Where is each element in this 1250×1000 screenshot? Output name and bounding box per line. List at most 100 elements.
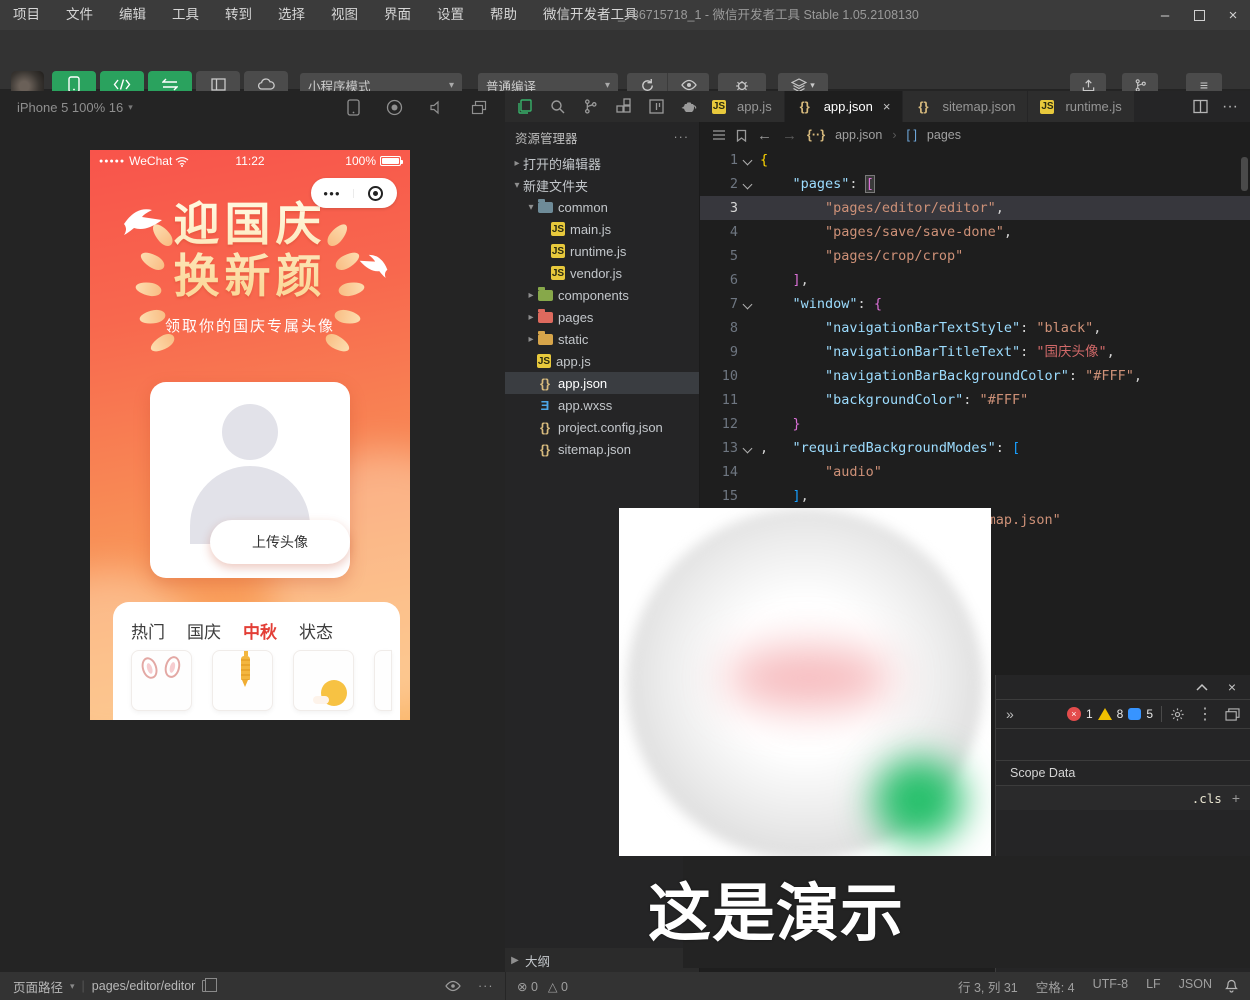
- tree-item-components[interactable]: ▸components: [505, 284, 699, 306]
- more-actions-icon[interactable]: ···: [674, 130, 690, 144]
- more-actions-icon[interactable]: ···: [478, 979, 494, 993]
- tree-item-main.js[interactable]: JSmain.js: [505, 218, 699, 240]
- device-select[interactable]: iPhone 5 100% 16▾: [17, 100, 133, 115]
- code-line-9[interactable]: 9 "navigationBarTitleText": "国庆头像",: [700, 340, 1250, 364]
- split-editor-icon[interactable]: [1193, 99, 1208, 114]
- forward-icon[interactable]: →: [782, 127, 797, 144]
- eye-icon[interactable]: [445, 980, 461, 992]
- tree-item-sitemap.json[interactable]: {}sitemap.json: [505, 438, 699, 460]
- gear-icon[interactable]: [1170, 707, 1185, 722]
- tab-sitemap.json[interactable]: {}sitemap.json: [903, 91, 1028, 122]
- menu-工具[interactable]: 工具: [159, 0, 212, 30]
- sticker-moon[interactable]: [293, 650, 354, 711]
- menu-设置[interactable]: 设置: [424, 0, 477, 30]
- git-icon[interactable]: [579, 96, 601, 118]
- sticker-tab-状态[interactable]: 状态: [299, 618, 333, 643]
- class-filter-row[interactable]: .cls +: [996, 786, 1250, 810]
- mute-icon[interactable]: [429, 100, 445, 115]
- code-line-12[interactable]: 12 }: [700, 412, 1250, 436]
- sticker-tab-国庆[interactable]: 国庆: [187, 618, 221, 643]
- close-icon[interactable]: ×: [1228, 679, 1236, 695]
- detach-window-icon[interactable]: [471, 100, 487, 115]
- collapse-icon[interactable]: [1196, 683, 1208, 691]
- add-icon[interactable]: +: [1232, 790, 1240, 806]
- bell-icon[interactable]: [1225, 979, 1238, 993]
- tree-item-app.json[interactable]: {}app.json: [505, 372, 699, 394]
- code-line-3[interactable]: 3 "pages/editor/editor",: [700, 196, 1250, 220]
- menu-界面[interactable]: 界面: [371, 0, 424, 30]
- menu-视图[interactable]: 视图: [318, 0, 371, 30]
- menu-转到[interactable]: 转到: [212, 0, 265, 30]
- code-line-4[interactable]: 4 "pages/save/save-done",: [700, 220, 1250, 244]
- console-badges[interactable]: × 1 8 5: [1067, 707, 1153, 721]
- kebab-menu-icon[interactable]: ⋮: [1197, 704, 1213, 724]
- back-icon[interactable]: ←: [757, 127, 772, 144]
- menu-选择[interactable]: 选择: [265, 0, 318, 30]
- tree-item-打开的编辑器[interactable]: ▸打开的编辑器: [505, 152, 699, 174]
- code-line-1[interactable]: 1{: [700, 148, 1250, 172]
- language-mode[interactable]: JSON: [1179, 977, 1212, 996]
- code-line-2[interactable]: 2 "pages": [: [700, 172, 1250, 196]
- code-line-14[interactable]: 14 "audio": [700, 460, 1250, 484]
- copy-icon[interactable]: [202, 980, 212, 992]
- code-line-5[interactable]: 5 "pages/crop/crop": [700, 244, 1250, 268]
- sticker-partial[interactable]: [374, 650, 392, 711]
- sticker-tab-热门[interactable]: 热门: [131, 618, 165, 643]
- code-line-6[interactable]: 6 ],: [700, 268, 1250, 292]
- capsule-more-button[interactable]: ●●●: [311, 189, 354, 198]
- code-line-8[interactable]: 8 "navigationBarTextStyle": "black",: [700, 316, 1250, 340]
- npm-icon[interactable]: [645, 96, 667, 118]
- maximize-button[interactable]: [1182, 0, 1216, 30]
- indent-setting[interactable]: 空格: 4: [1036, 977, 1075, 996]
- more-tabs-icon[interactable]: »: [1006, 706, 1014, 722]
- breadcrumb-node[interactable]: pages: [927, 128, 961, 142]
- tree-item-vendor.js[interactable]: JSvendor.js: [505, 262, 699, 284]
- dock-side-icon[interactable]: [1225, 708, 1240, 721]
- breadcrumb-file[interactable]: app.json: [835, 128, 882, 142]
- record-icon[interactable]: [386, 99, 403, 116]
- capsule-exit-button[interactable]: [354, 186, 397, 201]
- menu-帮助[interactable]: 帮助: [477, 0, 530, 30]
- tree-item-project.config.json[interactable]: {}project.config.json: [505, 416, 699, 438]
- tree-item-common[interactable]: ▾common: [505, 196, 699, 218]
- more-actions-icon[interactable]: ···: [1222, 98, 1238, 116]
- menu-编辑[interactable]: 编辑: [106, 0, 159, 30]
- tab-runtime.js[interactable]: JSruntime.js: [1028, 91, 1134, 122]
- code-line-10[interactable]: 10 "navigationBarBackgroundColor": "#FFF…: [700, 364, 1250, 388]
- close-icon[interactable]: ×: [883, 99, 891, 114]
- sticker-bunny-ears[interactable]: [131, 650, 192, 711]
- tab-app.js[interactable]: JSapp.js: [700, 91, 785, 122]
- extensions-icon[interactable]: [612, 96, 634, 118]
- code-line-7[interactable]: 7 "window": {: [700, 292, 1250, 316]
- minimize-button[interactable]: –: [1148, 0, 1182, 30]
- code-line-13[interactable]: 13, "requiredBackgroundModes": [: [700, 436, 1250, 460]
- sticker-tassel[interactable]: [212, 650, 273, 711]
- outline-list-icon[interactable]: [712, 129, 726, 141]
- teapot-icon[interactable]: [678, 96, 700, 118]
- sticker-tab-中秋[interactable]: 中秋: [243, 618, 277, 643]
- close-button[interactable]: ×: [1216, 0, 1250, 30]
- scope-data-section[interactable]: Scope Data: [996, 760, 1250, 786]
- code-line-11[interactable]: 11 "backgroundColor": "#FFF": [700, 388, 1250, 412]
- menu-项目[interactable]: 项目: [0, 0, 53, 30]
- tree-item-static[interactable]: ▸static: [505, 328, 699, 350]
- cursor-position[interactable]: 行 3, 列 31: [958, 977, 1018, 996]
- fold-chevron-icon[interactable]: [743, 300, 753, 310]
- tree-item-新建文件夹[interactable]: ▾新建文件夹: [505, 174, 699, 196]
- menu-文件[interactable]: 文件: [53, 0, 106, 30]
- tree-item-app.js[interactable]: JSapp.js: [505, 350, 699, 372]
- tab-app.json[interactable]: {}app.json×: [785, 91, 904, 122]
- eol-setting[interactable]: LF: [1146, 977, 1161, 996]
- rotate-device-icon[interactable]: [347, 99, 360, 116]
- fold-chevron-icon[interactable]: [743, 444, 753, 454]
- files-icon[interactable]: [513, 96, 535, 118]
- tree-item-app.wxss[interactable]: Ǝapp.wxss: [505, 394, 699, 416]
- search-icon[interactable]: [546, 96, 568, 118]
- encoding-setting[interactable]: UTF-8: [1093, 977, 1128, 996]
- tree-item-pages[interactable]: ▸pages: [505, 306, 699, 328]
- bookmark-icon[interactable]: [736, 129, 747, 142]
- editor-scrollbar[interactable]: [1241, 157, 1248, 191]
- problems-indicator[interactable]: ⊗ 0 △ 0: [517, 979, 568, 994]
- code-line-15[interactable]: 15 ],: [700, 484, 1250, 508]
- tree-item-runtime.js[interactable]: JSruntime.js: [505, 240, 699, 262]
